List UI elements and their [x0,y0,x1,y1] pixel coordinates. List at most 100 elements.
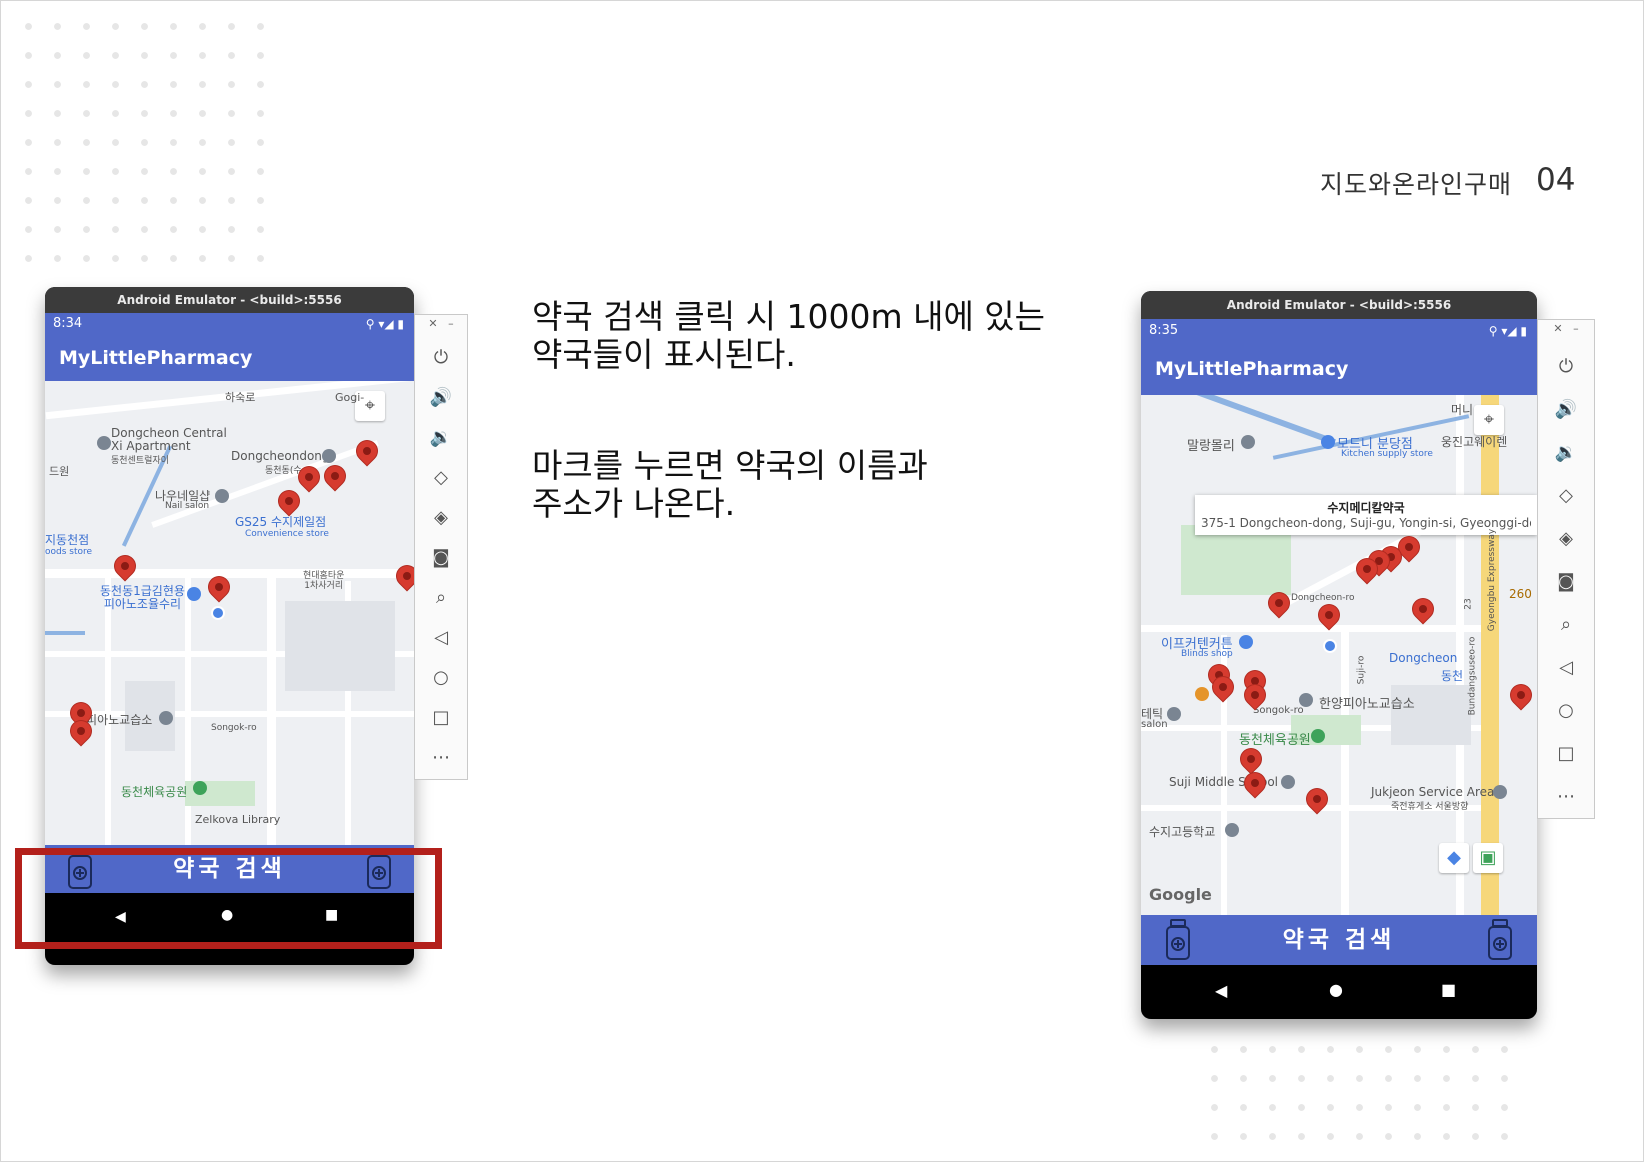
map-label: 동천동1급김현용 피아노조율수리 [100,584,185,611]
description-marker: 마크를 누르면 약국의 이름과 주소가 나온다. [532,446,928,523]
back-icon[interactable]: ◁ [1538,657,1594,678]
poi-place-icon [322,449,336,463]
map-label: Dongcheondong [231,449,330,463]
rotate-right-icon[interactable]: ◈ [415,507,467,528]
map-label: Dongcheon-ro [1291,593,1355,603]
map-label: 수지고등학교 [1149,825,1216,839]
poi-place-icon [1493,785,1507,799]
nav-overview-icon[interactable]: ■ [1441,980,1456,999]
map-label: 동천체육공원 [121,785,188,799]
map-label: 동천 [1441,669,1464,683]
poi-nail-icon [215,489,229,503]
pharmacy-marker[interactable] [1236,744,1266,774]
power-icon[interactable]: ⏻ [1538,356,1594,377]
toolbar-window-controls[interactable]: ✕ – [415,317,467,330]
app-title: MyLittlePharmacy [59,347,253,369]
description-search: 약국 검색 클릭 시 1000m 내에 있는 약국들이 표시된다. [532,297,1046,374]
status-icons: ⚲ ▾◢ ▮ [365,317,404,331]
map-label: Songok-ro [1253,705,1304,716]
map-label: Convenience store [245,529,329,539]
decorative-dots-bottom-right [1200,1035,1530,1160]
nav-home-icon[interactable]: ● [1329,980,1343,999]
map-label: Dongcheon Central Xi Apartment [111,426,227,453]
map-label: Blinds shop [1181,649,1233,659]
map-label: Nail salon [165,501,210,511]
volume-up-icon[interactable]: 🔊 [1538,399,1594,420]
map-label: Zelkova Library [195,813,281,826]
map-label: Songok-ro [211,723,257,733]
pharmacy-marker[interactable] [274,486,304,516]
my-location-button[interactable]: ⌖ [1474,405,1504,435]
poi-park-icon [193,781,207,795]
pharmacy-marker[interactable] [1506,680,1536,710]
google-map[interactable]: ⌖ 드원 하숙로 Gogi- Dongcheon Central Xi Apar… [45,381,414,845]
right-emulator-toolbar: ✕ – ⏻ 🔊 🔉 ◇ ◈ ◙ ⌕ ◁ ○ □ ⋯ [1537,319,1595,819]
status-time: 8:35 [1149,323,1179,338]
toolbar-window-controls[interactable]: ✕ – [1538,322,1594,335]
poi-place-icon [1241,435,1255,449]
marker-info-window[interactable]: 수지메디칼약국 375-1 Dongcheon-dong, Suji-gu, Y… [1195,495,1537,535]
zoom-icon[interactable]: ⌕ [1538,614,1594,635]
poi-shop-icon [1239,635,1253,649]
pharmacy-marker[interactable] [320,461,350,491]
poi-school-icon [1225,823,1239,837]
poi-school-icon [159,711,173,725]
volume-down-icon[interactable]: 🔉 [1538,442,1594,463]
map-label: Bundangsuseo-ro [1467,636,1478,716]
map-label: Suji-ro [1356,655,1367,685]
back-icon[interactable]: ◁ [415,627,467,648]
map-label: 웅진고웨이렌 [1441,435,1508,449]
map-label: 죽전휴게소 서울방향 [1391,802,1469,812]
pharmacy-marker[interactable] [1240,768,1270,798]
left-emulator-toolbar: ✕ – ⏻ 🔊 🔉 ◇ ◈ ◙ ⌕ ◁ ○ □ ⋯ [414,314,468,780]
poi-park-icon [1311,729,1325,743]
right-emulator-window: Android Emulator - <build>:5556 8:35 ⚲ ▾… [1141,291,1537,1019]
more-icon[interactable]: ⋯ [415,747,467,768]
map-label: Gogi- [335,391,365,404]
map-label: 머니 [1451,403,1474,417]
map-label: 하숙로 [225,391,256,404]
camera-icon[interactable]: ◙ [415,547,467,568]
power-icon[interactable]: ⏻ [415,347,467,368]
poi-apartment-icon [97,436,111,450]
pharmacy-marker[interactable] [1408,594,1438,624]
home-icon[interactable]: ○ [415,667,467,688]
rotate-left-icon[interactable]: ◇ [415,467,467,488]
highlight-box [15,848,442,949]
overview-icon[interactable]: □ [415,707,467,728]
emulator-title-bar[interactable]: Android Emulator - <build>:5556 [1141,291,1537,319]
info-window-title: 수지메디칼약국 [1327,501,1405,515]
nav-back-icon[interactable]: ◀ [1215,981,1227,1000]
pharmacy-search-button[interactable]: 약국 검색 [1141,915,1537,965]
google-map[interactable]: ⌖ 머니 말랑몰리 모드니 분당점 Kitchen supply store 웅… [1141,395,1537,915]
map-label: GS25 수지제일점 [235,515,327,529]
volume-down-icon[interactable]: 🔉 [415,427,467,448]
section-number: 04 [1536,162,1576,198]
open-maps-button[interactable]: ▣ [1473,843,1503,873]
app-bar: MyLittlePharmacy [1141,343,1537,395]
app-bar: MyLittlePharmacy [45,335,414,381]
map-label: 지동천점 [45,533,90,547]
status-bar: 8:34 ⚲ ▾◢ ▮ [45,313,414,335]
directions-button[interactable]: ◆ [1439,843,1469,873]
map-label: salon [1141,719,1168,730]
poi-piano-icon [187,587,201,601]
camera-icon[interactable]: ◙ [1538,571,1594,592]
zoom-icon[interactable]: ⌕ [415,587,467,608]
overview-icon[interactable]: □ [1538,743,1594,764]
more-icon[interactable]: ⋯ [1538,786,1594,807]
poi-cafe-icon [1195,687,1209,701]
emulator-title-bar[interactable]: Android Emulator - <build>:5556 [45,287,414,313]
rotate-right-icon[interactable]: ◈ [1538,528,1594,549]
app-title: MyLittlePharmacy [1155,358,1349,380]
pharmacy-marker[interactable] [392,561,414,591]
decorative-dots-top-left [14,12,264,262]
status-time: 8:34 [53,316,83,331]
home-icon[interactable]: ○ [1538,700,1594,721]
rotate-left-icon[interactable]: ◇ [1538,485,1594,506]
my-location-dot [211,606,225,620]
volume-up-icon[interactable]: 🔊 [415,387,467,408]
map-label: Jukjeon Service Area [1371,785,1495,799]
map-label: 동천체육공원 [1239,733,1311,748]
map-label: Dongcheon [1389,651,1458,665]
